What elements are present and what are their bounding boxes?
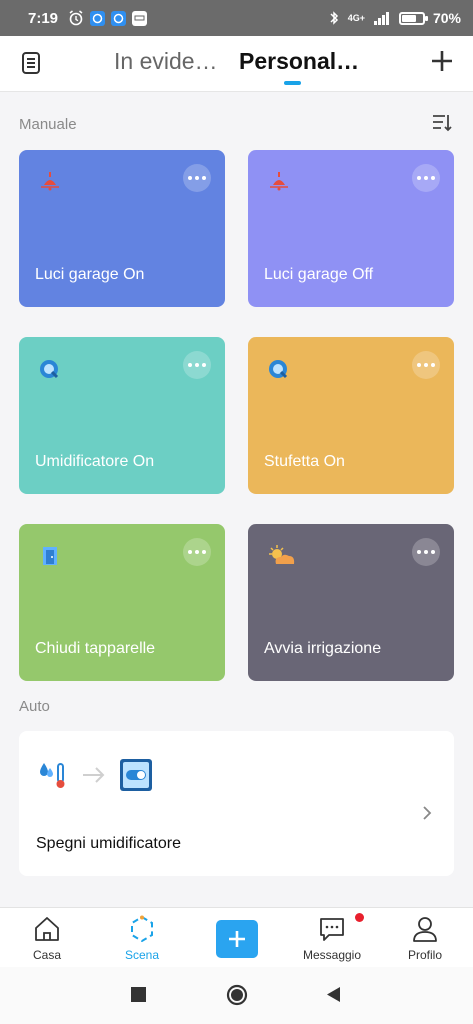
- automation-card[interactable]: Spegni umidificatore: [19, 731, 454, 876]
- more-options-button[interactable]: [412, 164, 440, 192]
- device-round-icon: [37, 357, 63, 381]
- network-label: 4G+: [347, 13, 365, 23]
- alarm-icon: [69, 10, 83, 26]
- more-options-button[interactable]: [183, 538, 211, 566]
- nav-label: Messaggio: [302, 948, 362, 962]
- section-title-auto: Auto: [19, 698, 50, 715]
- status-system-icons: 4G+ 70%: [328, 10, 461, 26]
- more-options-button[interactable]: [412, 351, 440, 379]
- device-round-icon: [266, 357, 292, 381]
- active-tab-indicator: [284, 81, 301, 85]
- app-notification-icon: [90, 10, 106, 26]
- tab-highlights[interactable]: In evide…: [114, 48, 218, 75]
- scene-card[interactable]: Stufetta On: [248, 337, 454, 494]
- nav-label: Casa: [32, 948, 61, 962]
- scene-card[interactable]: Chiudi tapparelle: [19, 524, 225, 681]
- document-icon[interactable]: [20, 51, 42, 80]
- scene-icon: [102, 914, 182, 944]
- sun-cloud-icon: [266, 544, 298, 568]
- scene-card[interactable]: Luci garage Off: [248, 150, 454, 307]
- automation-name: Spegni umidificatore: [36, 835, 181, 852]
- automation-flow: [37, 758, 153, 792]
- scene-name: Luci garage Off: [264, 266, 374, 283]
- nav-item-scene[interactable]: Scena: [102, 914, 182, 962]
- app-notification-icon: [111, 10, 127, 26]
- add-icon[interactable]: [431, 50, 453, 77]
- scene-name: Stufetta On: [264, 453, 345, 470]
- battery-icon: [398, 11, 428, 25]
- ceiling-lamp-icon: [37, 170, 63, 194]
- section-title-manual: Manuale: [19, 116, 77, 133]
- more-options-button[interactable]: [183, 164, 211, 192]
- recents-button[interactable]: [131, 987, 146, 1007]
- bluetooth-icon: [330, 11, 338, 25]
- status-notification-icons: [68, 10, 148, 26]
- notification-dot: [355, 913, 364, 922]
- scene-name: Umidificatore On: [35, 453, 155, 470]
- scene-card[interactable]: Umidificatore On: [19, 337, 225, 494]
- back-button[interactable]: [326, 986, 341, 1008]
- bottom-nav: Casa Scena Messaggio Profilo: [0, 907, 473, 967]
- more-options-button[interactable]: [183, 351, 211, 379]
- arrow-right-icon: [83, 767, 105, 783]
- home-button[interactable]: [226, 984, 248, 1011]
- nav-label: Profilo: [407, 948, 442, 962]
- scene-name: Avvia irrigazione: [264, 640, 382, 657]
- ceiling-lamp-icon: [266, 170, 292, 194]
- scene-card[interactable]: Luci garage On: [19, 150, 225, 307]
- system-nav-bar: [0, 967, 473, 1024]
- humidity-thermometer-icon: [40, 763, 65, 788]
- nav-item-home[interactable]: Casa: [7, 914, 87, 962]
- switch-icon: [120, 759, 152, 791]
- sort-icon[interactable]: [432, 114, 452, 137]
- status-bar: 7:19 4G+ 70%: [0, 0, 473, 36]
- top-bar: In evide… Personal…: [0, 36, 473, 92]
- nav-label: Scena: [124, 948, 160, 962]
- battery-percent: 70%: [432, 10, 461, 26]
- chevron-right-icon[interactable]: [422, 805, 432, 826]
- signal-icon: [373, 12, 389, 25]
- door-icon: [37, 544, 63, 568]
- profile-icon: [385, 914, 465, 944]
- home-icon: [7, 914, 87, 944]
- more-options-button[interactable]: [412, 538, 440, 566]
- keyboard-icon: [132, 10, 148, 26]
- scene-name: Luci garage On: [35, 266, 145, 283]
- nav-item-profile[interactable]: Profilo: [385, 914, 465, 962]
- scene-card[interactable]: Avvia irrigazione: [248, 524, 454, 681]
- scene-name: Chiudi tapparelle: [35, 640, 156, 657]
- plus-icon: [229, 931, 245, 947]
- add-scene-button[interactable]: [216, 920, 258, 958]
- tab-personal[interactable]: Personal…: [239, 48, 359, 75]
- status-time: 7:19: [28, 9, 59, 27]
